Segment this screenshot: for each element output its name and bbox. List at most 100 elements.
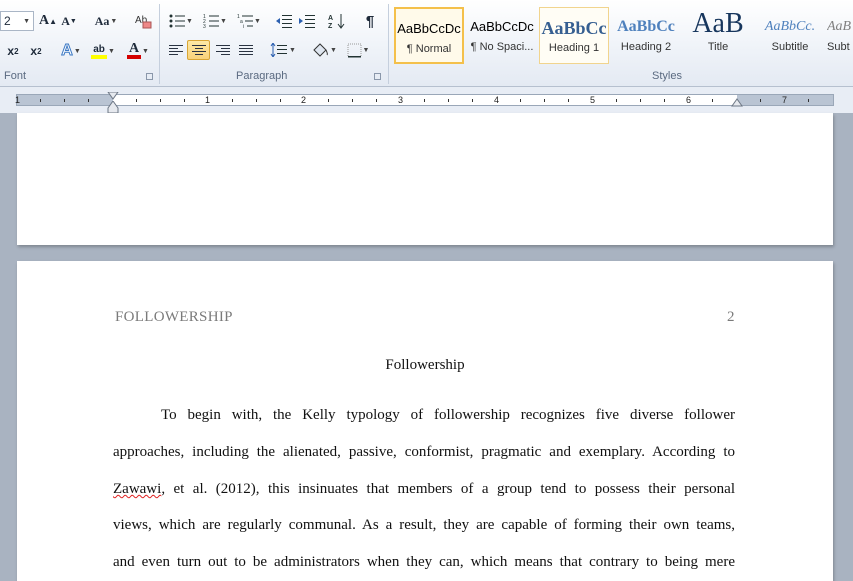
justify-icon — [238, 43, 253, 57]
style-name: Heading 2 — [620, 41, 672, 53]
ruler-tick — [40, 99, 41, 102]
increase-indent-button[interactable] — [297, 11, 317, 31]
ruler-tick — [136, 99, 137, 102]
align-right-icon — [215, 43, 230, 57]
style-subtitle[interactable]: AaBbCc. Subtitle — [755, 7, 825, 64]
first-line-indent-marker-icon[interactable] — [107, 92, 119, 100]
decrease-indent-icon — [276, 15, 292, 28]
svg-text:3: 3 — [203, 24, 206, 28]
page-1-bottom[interactable] — [17, 113, 833, 245]
divider — [388, 4, 389, 84]
style-normal[interactable]: AaBbCcDc ¶ Normal — [394, 7, 464, 64]
pilcrow-icon: ¶ — [365, 12, 375, 30]
align-center-button[interactable] — [187, 40, 210, 60]
ruler-tick — [424, 99, 425, 102]
change-case-button[interactable]: Aa ▼ — [92, 11, 120, 31]
multilevel-list-button[interactable]: 1 a i ▼ — [234, 11, 264, 31]
page-2[interactable]: FOLLOWERSHIP 2 Followership To begin wit… — [17, 261, 833, 581]
style-no-spacing[interactable]: AaBbCcDc ¶ No Spaci... — [467, 7, 537, 64]
align-right-button[interactable] — [212, 40, 233, 60]
style-subtle-emphasis[interactable]: AaB Subt — [827, 7, 853, 64]
paragraph-dialog-launcher-icon[interactable] — [374, 73, 381, 80]
ruler-tick — [64, 99, 65, 102]
style-name: Subtitle — [771, 41, 809, 53]
style-name: Subt — [827, 41, 850, 53]
style-sample: AaBbCcDc — [397, 21, 461, 36]
superscript-button[interactable]: x2 — [26, 41, 46, 61]
numbering-icon: 123 — [203, 14, 220, 28]
ruler-tick — [664, 99, 665, 102]
svg-text:i: i — [243, 24, 244, 28]
subscript-button[interactable]: x2 — [3, 41, 23, 61]
font-color-button[interactable]: A ▼ — [123, 41, 153, 61]
ruler-tick — [160, 99, 161, 102]
style-sample: AaBbCc — [617, 18, 675, 35]
font-size-box[interactable]: 2 ▼ — [0, 11, 34, 31]
svg-text:A: A — [328, 15, 333, 22]
ruler-number: 2 — [301, 95, 307, 105]
ruler-tick — [184, 99, 185, 102]
sort-icon: AZ — [328, 14, 345, 29]
change-case-label: Aa — [94, 13, 110, 28]
font-group-label: Font — [4, 70, 27, 82]
ruler-tick — [280, 99, 281, 102]
divider — [159, 4, 160, 84]
style-sample: AaBbCc — [541, 18, 607, 38]
line-spacing-icon — [270, 43, 288, 57]
text-effects-button[interactable]: A ▼ — [56, 41, 86, 61]
font-dialog-launcher-icon[interactable] — [146, 73, 153, 80]
numbering-button[interactable]: 1 2 3 ▼ — [200, 11, 230, 31]
ruler-number: 3 — [398, 95, 404, 105]
style-title[interactable]: AaB Title — [683, 7, 753, 64]
style-heading-1[interactable]: AaBbCc Heading 1 — [539, 7, 609, 64]
clear-formatting-button[interactable]: Ab — [133, 11, 153, 31]
bullets-icon — [169, 14, 186, 28]
decrease-indent-button[interactable] — [274, 11, 294, 31]
chevron-down-icon[interactable]: ▼ — [23, 18, 30, 25]
body-line: and even turn out to be administrators w… — [113, 554, 735, 570]
shrink-font-button[interactable]: A ▼ — [60, 11, 78, 31]
body-line: views, which are regularly communal. As … — [113, 517, 735, 533]
svg-text:Z: Z — [328, 23, 333, 29]
ruler-tick — [760, 99, 761, 102]
text-effects-icon: A — [61, 42, 74, 60]
ruler-tick — [712, 99, 713, 102]
ruler-number: 6 — [686, 95, 692, 105]
style-heading-2[interactable]: AaBbCc Heading 2 — [611, 7, 681, 64]
ruler-tick — [640, 99, 641, 102]
ruler-tick — [472, 99, 473, 102]
ruler-tick — [88, 99, 89, 102]
body-line: Zawawi , et al. (2012), this insinuates … — [113, 481, 735, 498]
ruler-tick — [448, 99, 449, 102]
show-formatting-button[interactable]: ¶ — [360, 11, 380, 31]
borders-icon — [347, 43, 362, 57]
page-number: 2 — [727, 309, 735, 325]
style-name: ¶ No Spaci... — [470, 41, 534, 53]
style-sample: AaB — [692, 8, 744, 39]
ruler-tick — [568, 99, 569, 102]
sort-button[interactable]: AZ — [326, 11, 348, 31]
align-left-button[interactable] — [165, 40, 186, 60]
grow-font-button[interactable]: A ▲ — [39, 11, 57, 31]
body-line: approaches, including the alienated, pas… — [113, 444, 735, 460]
highlighter-icon: ab — [91, 44, 108, 59]
style-sample: AaB — [827, 19, 852, 34]
ruler-tick — [544, 99, 545, 102]
shading-button[interactable]: ▼ — [309, 40, 339, 60]
misspelled-word[interactable]: Zawawi — [113, 481, 161, 498]
bullets-button[interactable]: ▼ — [166, 11, 196, 31]
style-sample: AaBbCcDc — [470, 19, 534, 34]
clear-formatting-icon: Ab — [135, 15, 152, 29]
align-center-icon — [191, 43, 206, 57]
multilevel-list-icon: 1ai — [237, 14, 254, 28]
justify-button[interactable] — [235, 40, 256, 60]
ruler-number: 4 — [494, 95, 500, 105]
style-name: Heading 1 — [548, 42, 600, 54]
borders-button[interactable]: ▼ — [343, 40, 373, 60]
body-line-text: , et al. (2012), this insinuates that me… — [161, 481, 735, 497]
align-left-icon — [168, 43, 183, 57]
line-spacing-button[interactable]: ▼ — [268, 40, 298, 60]
highlight-button[interactable]: ab ▼ — [88, 41, 118, 61]
ruler-tick — [256, 99, 257, 102]
right-indent-marker-icon[interactable] — [731, 98, 743, 107]
